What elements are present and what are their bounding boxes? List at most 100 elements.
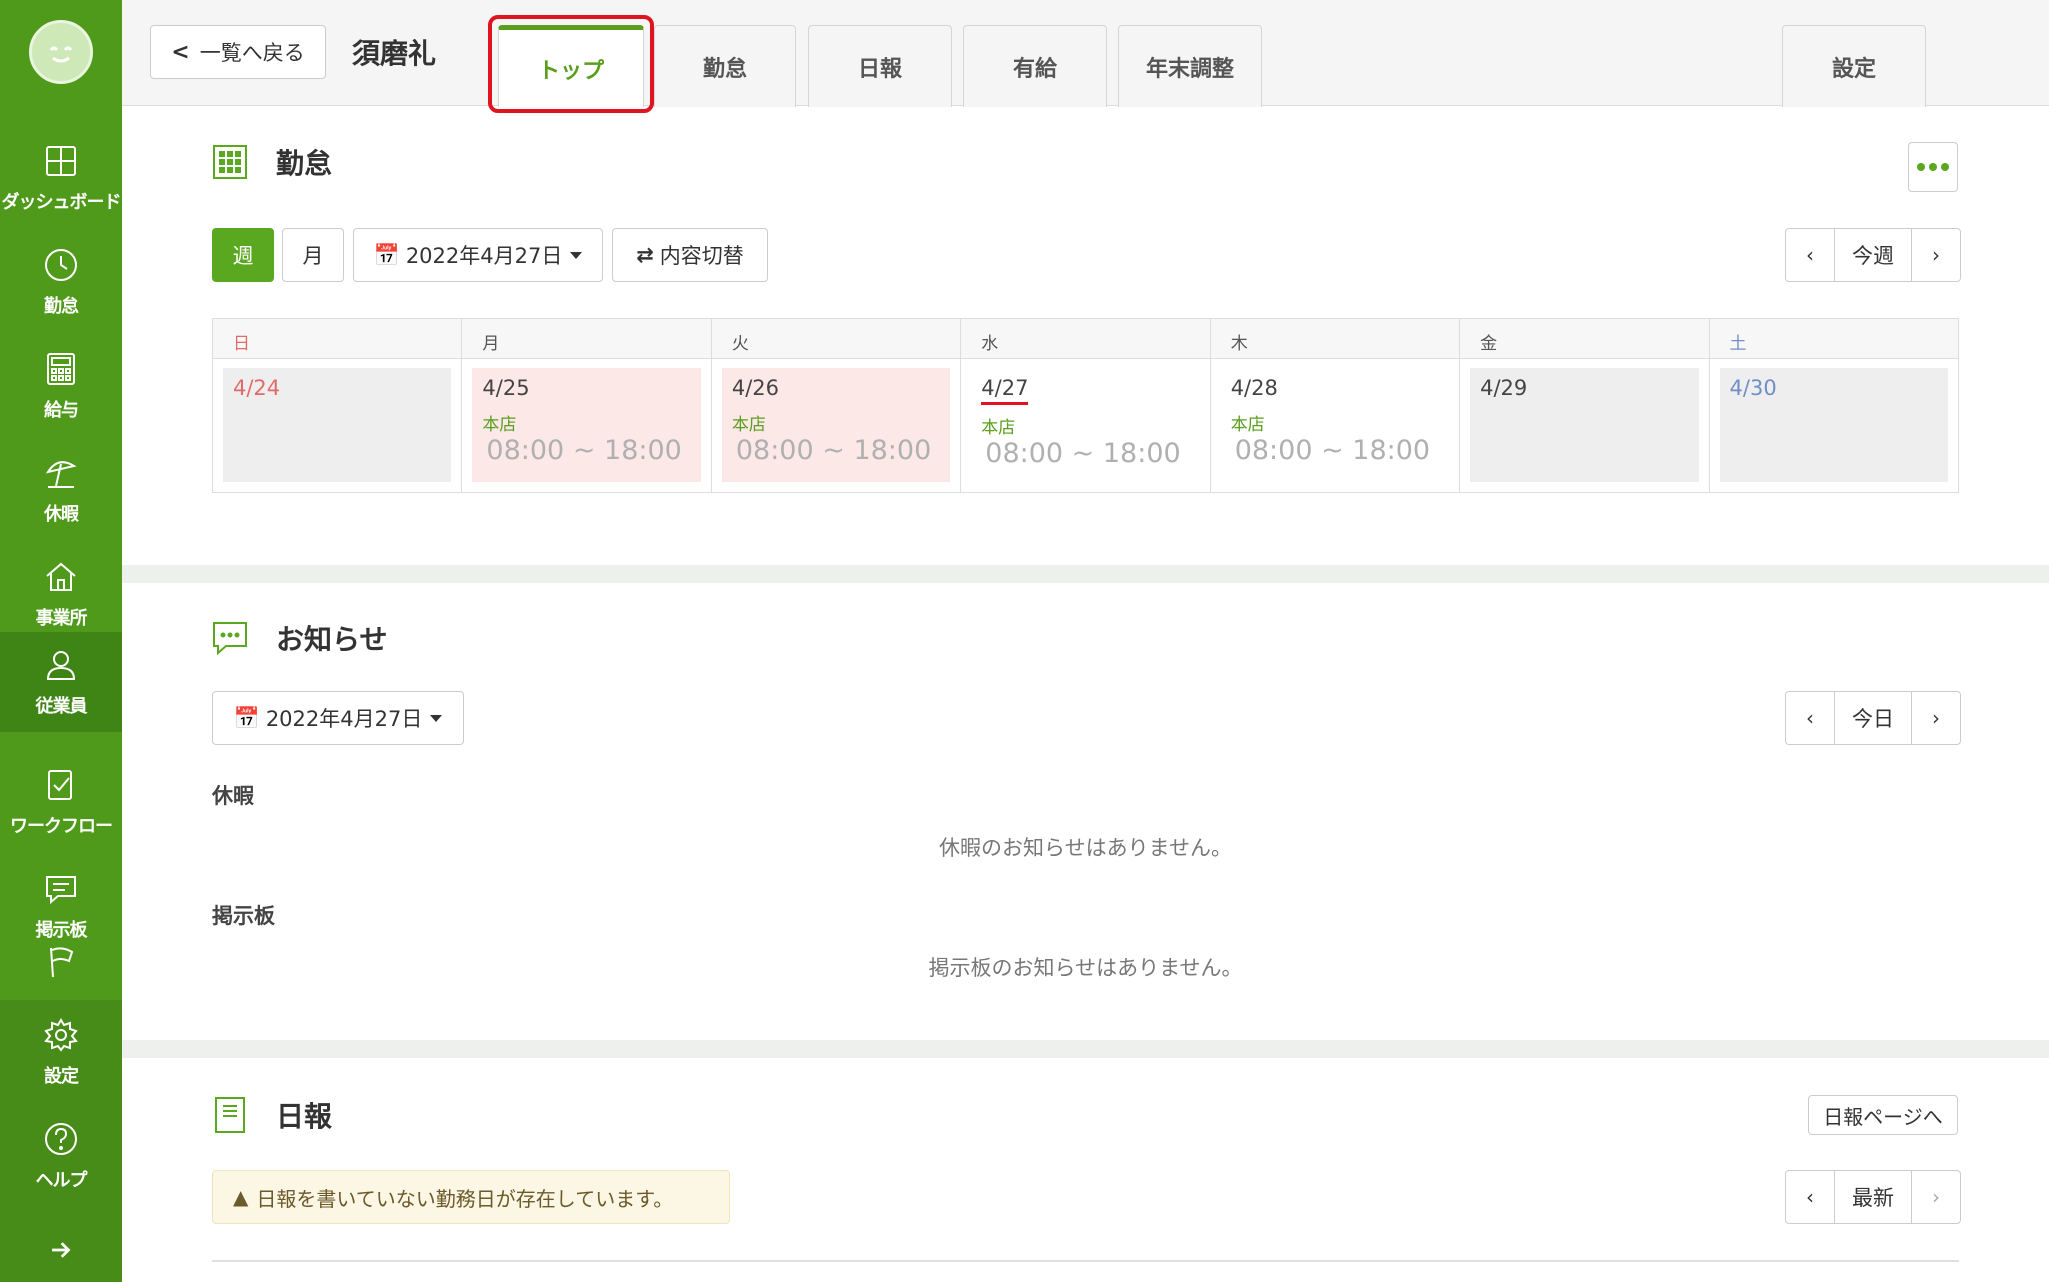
calendar-header: 日 月 火 水 木 金 土 [213, 319, 1958, 359]
sidebar-item-label: ヘルプ [35, 1170, 88, 1191]
prev-report-button[interactable]: ‹ [1786, 1171, 1834, 1223]
calendar-day[interactable]: 4/28 本店 08:00 ~ 18:00 [1211, 359, 1461, 492]
sidebar-item-office[interactable]: 事業所 [0, 544, 122, 644]
day-time: 08:00 ~ 18:00 [735, 435, 932, 466]
latest-report-button[interactable]: 最新 [1834, 1171, 1912, 1223]
day-date: 4/27 [981, 376, 1029, 405]
sidebar-item-leave[interactable]: 休暇 [0, 440, 122, 540]
sidebar-bottom: 設定 ヘルプ [0, 1000, 122, 1282]
daily-report-page-link[interactable]: 日報ページへ [1808, 1095, 1958, 1135]
notices-title: お知らせ [276, 623, 388, 656]
week-view-button[interactable]: 週 [212, 228, 274, 282]
next-week-button[interactable]: › [1912, 229, 1960, 281]
day-box: 4/26 本店 08:00 ~ 18:00 [721, 368, 951, 482]
sidebar-item-workflow[interactable]: ワークフロー [0, 752, 122, 852]
sidebar-item-settings[interactable]: 設定 [0, 1002, 122, 1102]
day-date: 4/24 [233, 376, 281, 400]
weekday-thu: 木 [1211, 319, 1461, 358]
day-time: 08:00 ~ 18:00 [1234, 435, 1431, 466]
employee-name: 須磨礼 [352, 37, 437, 70]
sidebar-item-help[interactable]: ヘルプ [0, 1106, 122, 1206]
sidebar-item-payroll[interactable]: 給与 [0, 336, 122, 436]
notices-section-title: お知らせ [212, 618, 387, 658]
prev-week-button[interactable]: ‹ [1786, 229, 1834, 281]
calendar-day[interactable]: 4/24 [213, 359, 463, 492]
day-box: 4/24 [223, 368, 452, 482]
sidebar-item-label: ワークフロー [10, 816, 113, 837]
sidebar-expand-button[interactable] [0, 1220, 122, 1280]
prev-day-button[interactable]: ‹ [1786, 692, 1834, 744]
sidebar-item-label: 事業所 [35, 608, 88, 629]
sidebar-item-flag[interactable] [0, 932, 122, 992]
calendar-day[interactable]: 4/25 本店 08:00 ~ 18:00 [462, 359, 712, 492]
missing-report-alert: ▲ 日報を書いていない勤務日が存在しています。 [212, 1170, 730, 1224]
tab-paid-leave[interactable]: 有給 [963, 25, 1107, 107]
dashboard-icon [46, 146, 76, 176]
day-date: 4/29 [1480, 376, 1528, 400]
tab-top[interactable]: トップ [498, 25, 644, 107]
day-pager: ‹ 今日 › [1785, 691, 1961, 745]
sidebar: ダッシュボード 勤怠 給与 休暇 事業所 従業員 ワークフロー 掲示板 設定 ヘ… [0, 0, 122, 1282]
chevron-down-icon [430, 714, 443, 722]
toggle-content-button[interactable]: ⇄ 内容切替 [612, 228, 768, 282]
calculator-icon [47, 353, 75, 385]
this-week-button[interactable]: 今週 [1834, 229, 1912, 281]
calendar-grid-icon [213, 145, 247, 179]
daily-report-title: 日報 [276, 1100, 333, 1133]
sidebar-item-dashboard[interactable]: ダッシュボード [0, 128, 122, 228]
tab-daily-report[interactable]: 日報 [808, 25, 952, 107]
calendar-day[interactable]: 4/30 [1710, 359, 1958, 492]
week-pager: ‹ 今週 › [1785, 228, 1961, 282]
chevron-left-icon: < [171, 39, 190, 65]
notices-date-select[interactable]: 📅 2022年4月27日 [212, 691, 464, 745]
sidebar-item-label: 従業員 [35, 696, 88, 717]
sidebar-item-employees[interactable]: 従業員 [0, 632, 122, 732]
tab-year-end-adjustment[interactable]: 年末調整 [1118, 25, 1262, 107]
section-divider [122, 1040, 2049, 1058]
sidebar-item-label: 勤怠 [44, 296, 79, 317]
sidebar-item-label: 給与 [44, 400, 79, 421]
day-store: 本店 [731, 415, 766, 435]
day-box: 4/29 [1470, 368, 1699, 482]
weekday-sun: 日 [213, 319, 463, 358]
calendar-icon: 📅 [233, 705, 260, 730]
next-day-button[interactable]: › [1912, 692, 1960, 744]
tab-settings[interactable]: 設定 [1782, 25, 1926, 107]
next-report-button[interactable]: › [1912, 1171, 1960, 1223]
calendar-day-today[interactable]: 4/27 本店 08:00 ~ 18:00 [961, 359, 1211, 492]
day-time: 08:00 ~ 18:00 [985, 438, 1181, 469]
attendance-date-select[interactable]: 📅 2022年4月27日 [353, 228, 603, 282]
gear-icon [44, 1018, 78, 1052]
sidebar-item-label: 休暇 [44, 504, 79, 525]
day-box: 4/30 [1719, 368, 1948, 482]
more-options-button[interactable] [1908, 142, 1958, 192]
home-icon [46, 562, 76, 591]
board-empty-message: 掲示板のお知らせはありません。 [928, 956, 1243, 980]
calendar-body: 4/24 4/25 本店 08:00 ~ 18:00 4/26 本店 08:00… [213, 359, 1958, 492]
attendance-section-title: 勤怠 [212, 142, 332, 182]
section-bottom-divider [212, 1260, 1959, 1262]
calendar-day[interactable]: 4/26 本店 08:00 ~ 18:00 [712, 359, 962, 492]
today-button[interactable]: 今日 [1834, 692, 1912, 744]
speech-bubble-icon [213, 622, 247, 656]
date-select-value: 2022年4月27日 [265, 707, 423, 731]
chevron-down-icon [570, 251, 583, 259]
weekday-sat: 土 [1729, 334, 1747, 354]
tab-attendance[interactable]: 勤怠 [654, 25, 796, 107]
app-logo-icon[interactable] [29, 20, 93, 84]
document-icon [215, 1097, 245, 1133]
month-view-button[interactable]: 月 [282, 228, 344, 282]
toggle-content-label: 内容切替 [659, 244, 744, 268]
day-box: 4/27 本店 08:00 ~ 18:00 [971, 368, 1199, 482]
day-store: 本店 [981, 418, 1016, 438]
calendar-day[interactable]: 4/29 [1460, 359, 1710, 492]
week-calendar: 日 月 火 水 木 金 土 4/24 4/25 本店 08:00 ~ 18:00… [212, 318, 1959, 493]
day-store: 本店 [1230, 415, 1265, 435]
warning-icon: ▲ [233, 1185, 249, 1209]
leave-notices-label: 休暇 [212, 784, 254, 808]
weekday-fri: 金 [1460, 319, 1710, 358]
sidebar-item-attendance[interactable]: 勤怠 [0, 232, 122, 332]
back-to-list-button[interactable]: < 一覧へ戻る [150, 25, 326, 79]
attendance-title: 勤怠 [276, 147, 333, 180]
sidebar-item-label: 設定 [44, 1066, 79, 1087]
